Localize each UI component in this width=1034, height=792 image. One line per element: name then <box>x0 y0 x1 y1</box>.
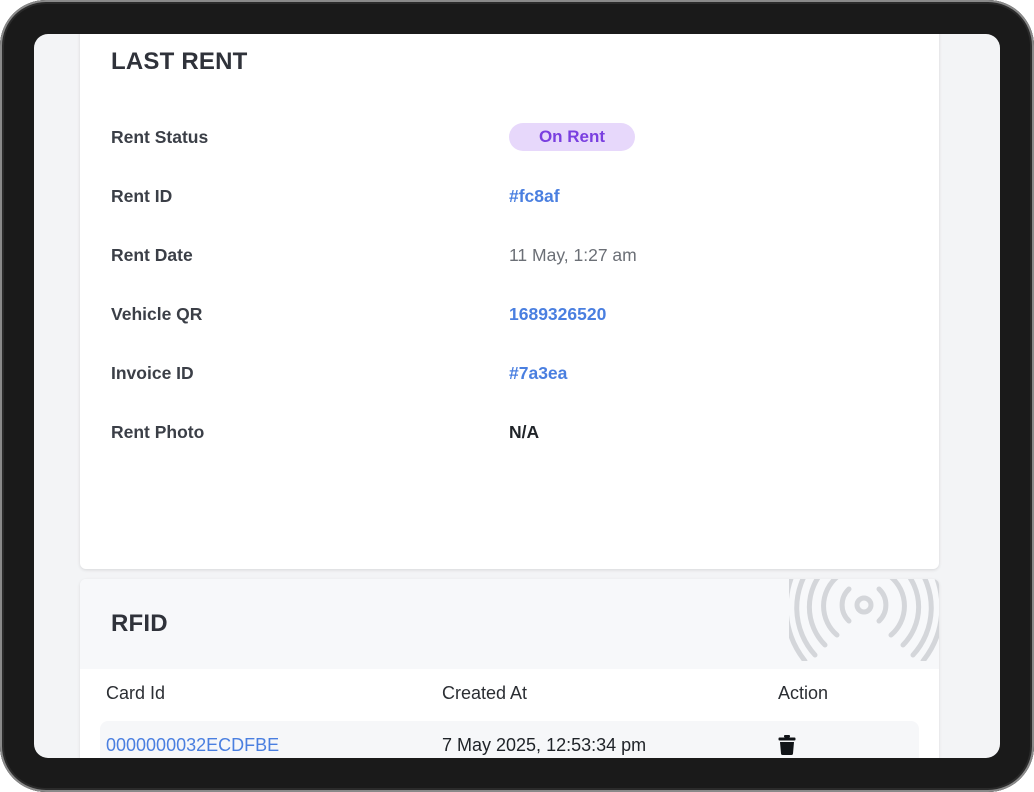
rfid-card: RFID Card Id Created At Action 000000003… <box>80 579 939 758</box>
rent-status-label: Rent Status <box>111 127 209 147</box>
last-rent-title: LAST RENT <box>111 48 248 75</box>
rent-photo-row: Rent Photo N/A <box>111 417 911 447</box>
rent-date-label: Rent Date <box>111 245 193 265</box>
invoice-id-link[interactable]: #7a3ea <box>509 363 567 384</box>
last-rent-card: LAST RENT Rent Status On Rent Rent ID #f… <box>80 34 939 569</box>
rfid-title: RFID <box>111 610 168 637</box>
rent-date-row: Rent Date 11 May, 1:27 am <box>111 240 911 270</box>
rfid-header: RFID <box>80 579 939 669</box>
vehicle-qr-row: Vehicle QR 1689326520 <box>111 299 911 329</box>
rent-id-row: Rent ID #fc8af <box>111 181 911 211</box>
rfid-signal-icon <box>789 579 939 661</box>
column-header-created-at: Created At <box>442 683 528 703</box>
screen: LAST RENT Rent Status On Rent Rent ID #f… <box>34 34 1000 758</box>
invoice-id-label: Invoice ID <box>111 363 194 383</box>
rent-status-badge: On Rent <box>509 123 635 151</box>
tablet-frame: LAST RENT Rent Status On Rent Rent ID #f… <box>0 0 1034 792</box>
card-id-link[interactable]: 0000000032ECDFBE <box>106 735 279 756</box>
rent-photo-value: N/A <box>509 422 540 442</box>
rent-status-row: Rent Status On Rent <box>111 122 911 152</box>
rent-id-link[interactable]: #fc8af <box>509 186 560 207</box>
vehicle-qr-link[interactable]: 1689326520 <box>509 304 606 325</box>
column-header-action: Action <box>778 683 829 703</box>
invoice-id-row: Invoice ID #7a3ea <box>111 358 911 388</box>
created-at-value: 7 May 2025, 12:53:34 pm <box>442 735 647 755</box>
trash-icon[interactable] <box>778 735 796 755</box>
rent-date-value: 11 May, 1:27 am <box>509 245 637 265</box>
vehicle-qr-label: Vehicle QR <box>111 304 203 324</box>
rent-id-label: Rent ID <box>111 186 173 206</box>
rent-photo-label: Rent Photo <box>111 422 205 442</box>
column-header-card-id: Card Id <box>106 683 166 703</box>
